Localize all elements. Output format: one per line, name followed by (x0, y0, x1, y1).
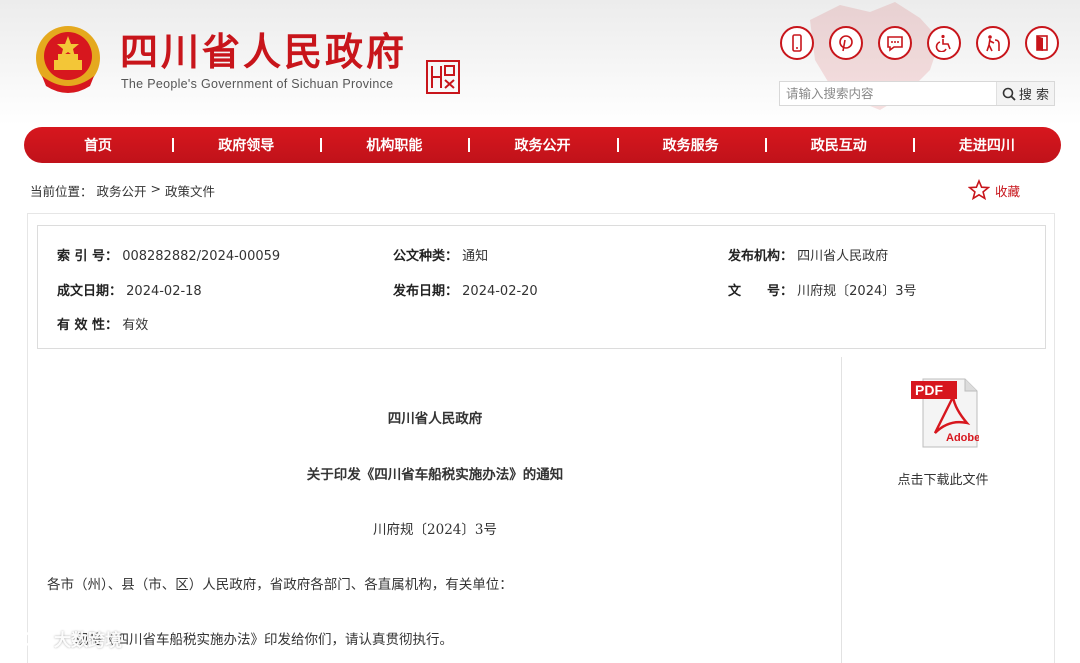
watermark-logo-icon (10, 631, 48, 647)
nav-item-government-affairs-open[interactable]: 政务公开 (468, 135, 616, 155)
search-icon (1002, 87, 1016, 101)
favorite-button[interactable]: 收藏 (968, 179, 1020, 201)
watermark-text: 大数跨境 (54, 631, 122, 651)
document-issuer: 四川省人民政府 (387, 411, 483, 427)
search-button[interactable]: 搜 索 (996, 82, 1054, 105)
search-box: 搜 索 (779, 81, 1055, 106)
seal-logo-icon (426, 60, 460, 94)
breadcrumb-separator: > (150, 181, 162, 196)
meta-index: 索 引 号： 008282882/2024-00059 (57, 245, 280, 264)
content-divider (841, 357, 842, 663)
document-metadata: 索 引 号： 008282882/2024-00059 公文种类： 通知 发布机… (37, 225, 1046, 349)
meta-type: 公文种类： 通知 (393, 245, 488, 264)
nav-item-institutions[interactable]: 机构职能 (320, 135, 468, 155)
meta-created: 成文日期： 2024-02-18 (57, 280, 202, 299)
document-body-line: 现将《四川省车船税实施办法》印发给你们，请认真贯彻执行。 (75, 632, 453, 648)
site-header: 四川省人民政府 The People's Government of Sichu… (0, 0, 1080, 125)
search-input[interactable] (780, 82, 996, 105)
document-title: 关于印发《四川省车船税实施办法》的通知 (306, 467, 564, 483)
meta-published-label: 发布日期： (393, 284, 459, 299)
meta-index-value: 008282882/2024-00059 (122, 249, 281, 264)
mobile-icon[interactable] (780, 26, 814, 60)
site-subtitle: The People's Government of Sichuan Provi… (121, 77, 394, 91)
meta-docno-label: 文 号： (728, 284, 794, 299)
pinterest-icon[interactable] (829, 26, 863, 60)
meta-created-label: 成文日期： (57, 284, 123, 299)
tool-icons (780, 26, 1059, 60)
pdf-file-icon: PDF Adobe (911, 378, 979, 448)
nav-item-about-sichuan[interactable]: 走进四川 (912, 135, 1061, 155)
main-nav: 首页 政府领导 机构职能 政务公开 政务服务 政民互动 走进四川 (24, 127, 1061, 163)
watermark: 大数跨境 (8, 626, 122, 651)
pdf-badge-text: PDF (915, 382, 943, 398)
nav-item-home[interactable]: 首页 (24, 135, 172, 155)
nav-item-government-services[interactable]: 政务服务 (616, 135, 765, 155)
chat-icon[interactable] (878, 26, 912, 60)
accessibility-icon[interactable] (927, 26, 961, 60)
meta-validity-label: 有 效 性： (57, 318, 119, 333)
exit-icon[interactable] (1025, 26, 1059, 60)
meta-publisher-label: 发布机构： (728, 249, 794, 264)
meta-type-value: 通知 (462, 249, 489, 264)
nav-item-government-leaders[interactable]: 政府领导 (172, 135, 320, 155)
meta-validity-value: 有效 (122, 318, 149, 333)
nav-item-interaction[interactable]: 政民互动 (764, 135, 913, 155)
meta-docno-value: 川府规〔2024〕3号 (797, 284, 917, 299)
national-emblem-icon (36, 26, 100, 93)
site-title[interactable]: 四川省人民政府 (120, 30, 407, 74)
breadcrumb: 当前位置： 政务公开 > 政策文件 (30, 181, 215, 200)
meta-publisher-value: 四川省人民政府 (797, 249, 889, 264)
meta-type-label: 公文种类： (393, 249, 459, 264)
star-icon (968, 179, 990, 201)
breadcrumb-item-government-affairs[interactable]: 政务公开 (97, 181, 147, 200)
meta-index-label: 索 引 号： (57, 249, 119, 264)
adobe-label: Adobe (946, 432, 979, 444)
meta-published-value: 2024-02-20 (462, 284, 538, 299)
meta-published: 发布日期： 2024-02-20 (393, 280, 538, 299)
breadcrumb-item-policy-documents[interactable]: 政策文件 (165, 181, 215, 200)
meta-created-value: 2024-02-18 (126, 284, 202, 299)
breadcrumb-prefix: 当前位置： (30, 184, 93, 199)
meta-validity: 有 效 性： 有效 (57, 314, 148, 333)
document-number: 川府规〔2024〕3号 (373, 522, 497, 538)
pdf-download-label[interactable]: 点击下载此文件 (843, 469, 1043, 488)
meta-docno: 文 号： 川府规〔2024〕3号 (728, 280, 917, 299)
favorite-label: 收藏 (995, 183, 1021, 199)
search-button-label: 搜 索 (1018, 88, 1050, 103)
meta-publisher: 发布机构： 四川省人民政府 (728, 245, 888, 264)
document-salutation: 各市（州）、县（市、区）人民政府，省政府各部门、各直属机构，有关单位： (47, 577, 513, 593)
elderly-mode-icon[interactable] (976, 26, 1010, 60)
